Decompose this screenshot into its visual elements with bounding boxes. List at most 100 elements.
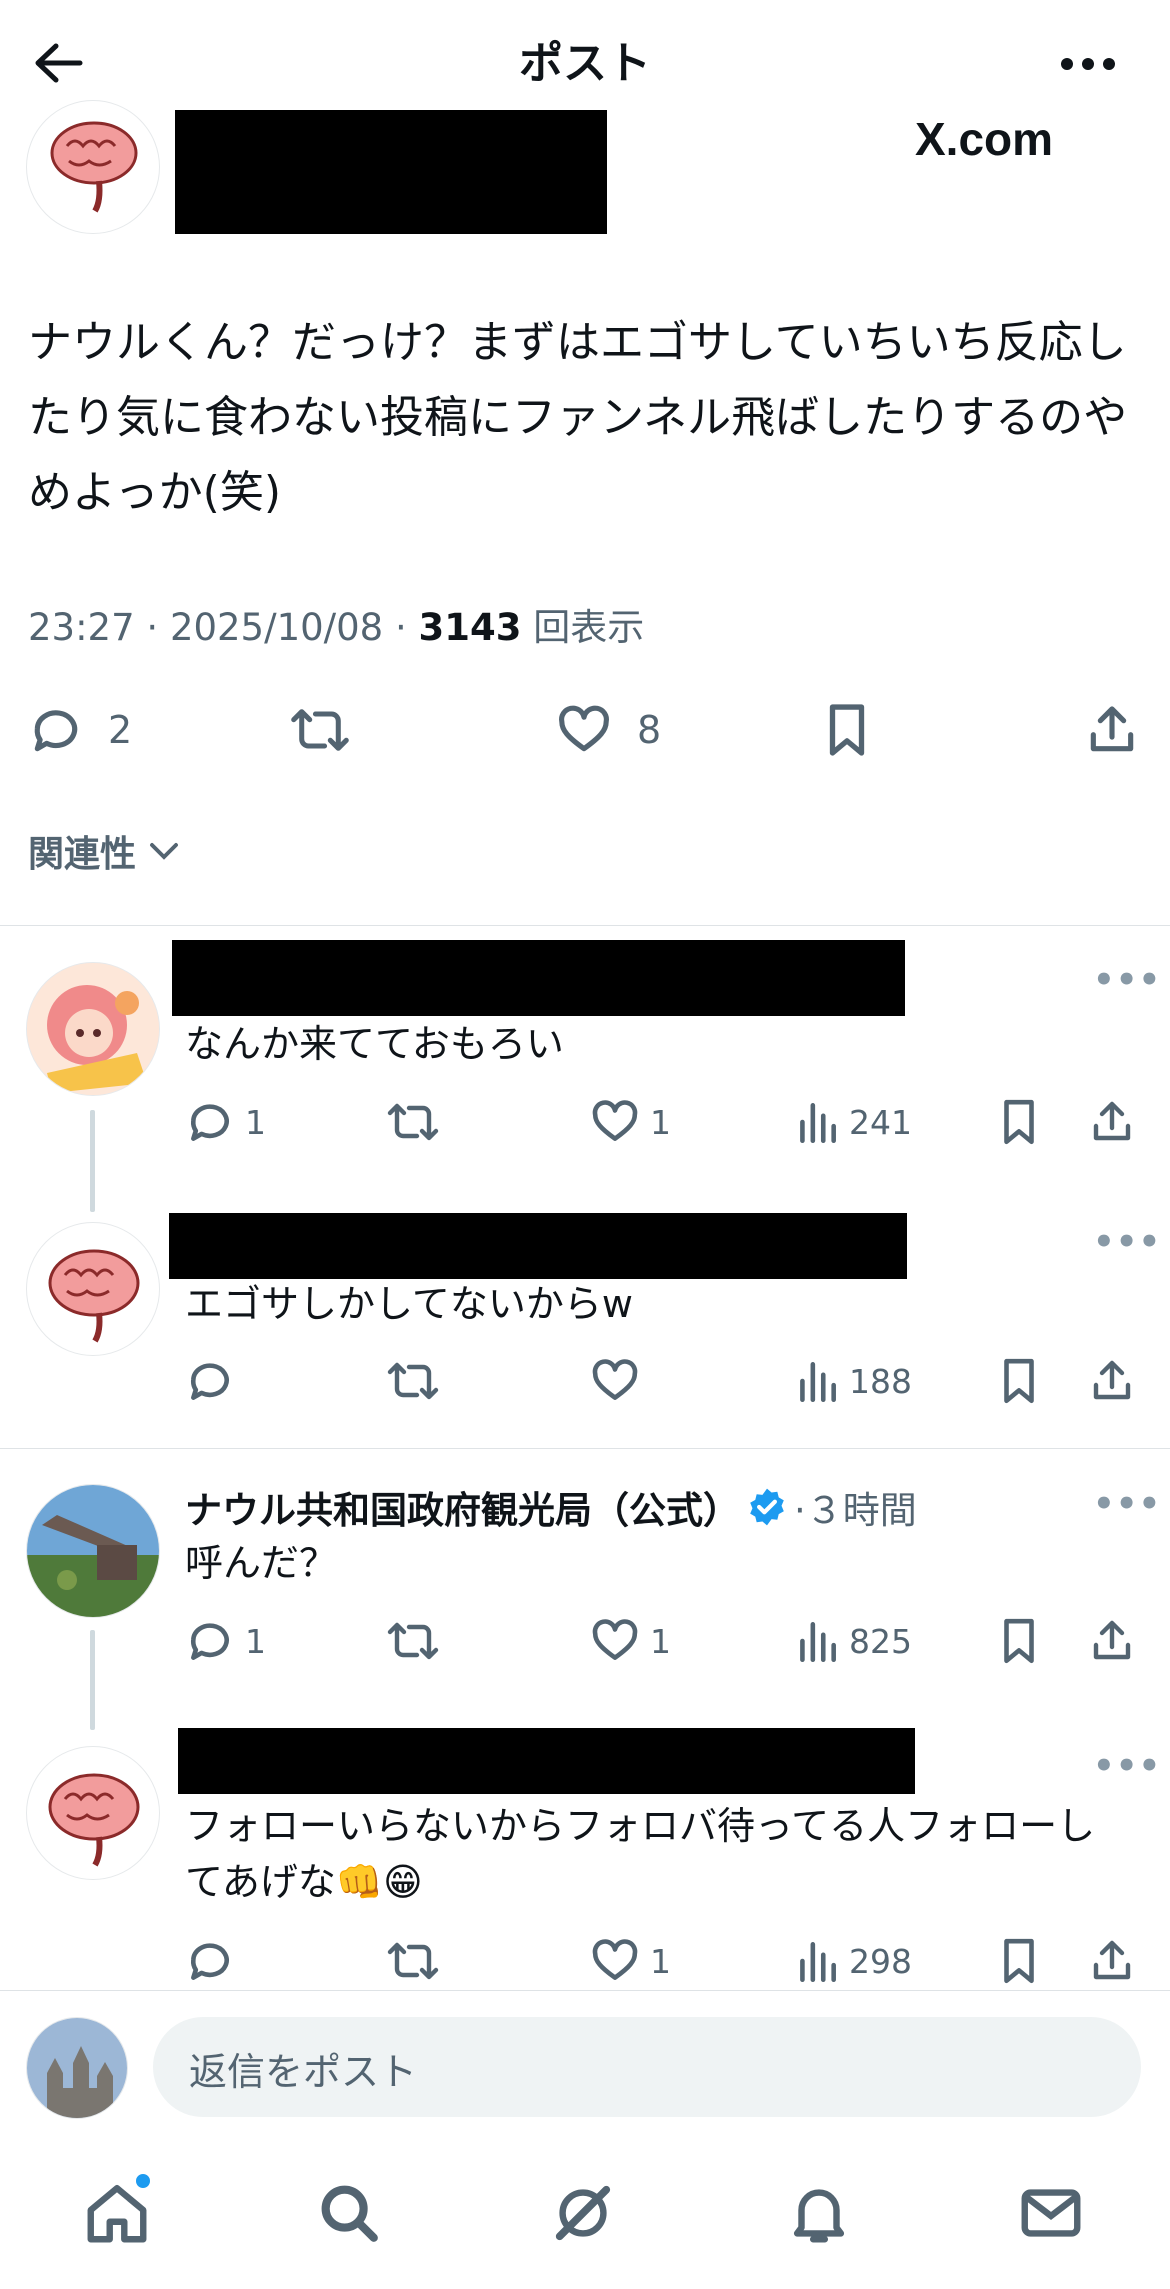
redacted-author-name (175, 110, 607, 234)
retweet-button[interactable] (385, 1616, 441, 1666)
share-button[interactable] (1088, 1616, 1136, 1666)
tab-notifications[interactable] (784, 2178, 854, 2248)
share-button[interactable] (1088, 1936, 1136, 1986)
reply-button[interactable] (185, 1356, 245, 1406)
retweet-button[interactable] (385, 1936, 441, 1986)
share-icon (1093, 1101, 1131, 1141)
bookmark-button[interactable] (998, 1936, 1040, 1986)
views-button[interactable]: 298 (795, 1936, 912, 1986)
share-button[interactable] (1084, 700, 1140, 760)
reply-text: 呼んだ？ (185, 1541, 338, 1585)
reply-more-button[interactable]: ••• (1093, 1222, 1161, 1262)
avatar[interactable] (26, 1484, 160, 1618)
thread-line (90, 1630, 95, 1730)
view-count: 241 (849, 1102, 912, 1142)
brain-icon (48, 1773, 140, 1867)
bookmark-button[interactable] (998, 1356, 1040, 1406)
share-icon (1093, 1360, 1131, 1400)
share-icon (1090, 706, 1134, 752)
chevron-down-icon (150, 843, 178, 860)
tab-grok[interactable] (548, 2178, 618, 2248)
watermark: X.com (915, 113, 1054, 165)
like-button[interactable]: 8 (555, 700, 661, 760)
reply-count: 1 (245, 1102, 266, 1142)
heart-icon (592, 1939, 638, 1980)
page-title: ポスト (519, 38, 651, 89)
reply-more-button[interactable]: ••• (1093, 1484, 1161, 1524)
views-button[interactable]: 188 (795, 1356, 912, 1406)
tab-bar (0, 2140, 1170, 2289)
retweet-icon (387, 1362, 439, 1400)
grok-icon (555, 2185, 611, 2241)
tab-home[interactable] (82, 2172, 152, 2248)
reply-button[interactable]: 1 (185, 1616, 266, 1666)
heart-icon (559, 705, 609, 752)
thread-line (90, 1110, 95, 1212)
like-button[interactable]: 1 (590, 1097, 671, 1147)
avatar[interactable] (26, 962, 160, 1096)
messages-icon (1021, 2189, 1081, 2237)
reply-time: ·３時間 (794, 1489, 917, 1532)
post-date: 2025/10/08 (169, 606, 384, 649)
analytics-icon (800, 1622, 836, 1663)
brain-icon (50, 121, 138, 213)
like-count: 1 (650, 1102, 671, 1142)
retweet-button[interactable] (385, 1097, 441, 1147)
redacted-author-name (178, 1728, 915, 1794)
avatar[interactable] (26, 1746, 160, 1880)
avatar[interactable] (26, 1222, 160, 1356)
reply-input[interactable]: 返信をポスト (153, 2017, 1141, 2117)
post-meta: 23:27 · 2025/10/08 · 3143 回表示 (28, 600, 644, 656)
share-button[interactable] (1088, 1356, 1136, 1406)
bookmark-icon (1004, 1099, 1034, 1145)
notification-dot (134, 2172, 152, 2190)
share-icon (1093, 1940, 1131, 1980)
retweet-icon (387, 1622, 439, 1660)
views-button[interactable]: 825 (795, 1616, 912, 1666)
sort-dropdown[interactable]: 関連性 (28, 825, 182, 877)
meta-separator: · (146, 606, 159, 649)
like-button[interactable] (590, 1356, 650, 1406)
like-button[interactable]: 1 (590, 1936, 671, 1986)
reply-more-button[interactable]: ••• (1093, 960, 1161, 1000)
retweet-icon (387, 1103, 439, 1141)
avatar[interactable] (26, 100, 160, 234)
heart-icon (592, 1619, 638, 1660)
tab-search[interactable] (314, 2178, 384, 2248)
author-name[interactable]: ナウル共和国政府観光局（公式） (185, 1480, 740, 1534)
retweet-button[interactable] (288, 700, 352, 760)
bookmark-icon (1004, 1358, 1034, 1404)
reply-icon (191, 1363, 229, 1400)
reply-text: エゴサしかしてないからw (185, 1282, 633, 1326)
redacted-author-name (169, 1213, 907, 1279)
heart-icon (592, 1359, 638, 1400)
bookmark-button[interactable] (822, 700, 872, 760)
share-button[interactable] (1088, 1097, 1136, 1147)
redacted-author-name (172, 940, 905, 1016)
reply-button[interactable] (185, 1936, 245, 1986)
like-count: 1 (650, 1621, 671, 1661)
more-button[interactable] (1058, 52, 1118, 76)
meta-separator: · (394, 606, 407, 649)
view-count: 188 (849, 1361, 912, 1401)
analytics-icon (800, 1103, 836, 1144)
reply-count: 1 (245, 1621, 266, 1661)
like-button[interactable]: 1 (590, 1616, 671, 1666)
reply-more-button[interactable]: ••• (1093, 1746, 1161, 1786)
share-icon (1093, 1620, 1131, 1660)
bookmark-button[interactable] (998, 1616, 1040, 1666)
bookmark-button[interactable] (998, 1097, 1040, 1147)
landscape-photo-icon (27, 1485, 159, 1617)
like-count: 8 (637, 708, 662, 752)
like-count: 1 (650, 1941, 671, 1981)
tab-messages[interactable] (1016, 2178, 1086, 2248)
reply-button[interactable]: 2 (28, 700, 132, 760)
reply-button[interactable]: 1 (185, 1097, 266, 1147)
retweet-button[interactable] (385, 1356, 441, 1406)
analytics-icon (800, 1942, 836, 1983)
views-button[interactable]: 241 (795, 1097, 912, 1147)
reply-text: なんか来てておもろい (185, 1022, 564, 1066)
bookmark-icon (1004, 1938, 1034, 1984)
avatar[interactable] (26, 2017, 128, 2119)
composer-bar: 返信をポスト (0, 1990, 1170, 2130)
